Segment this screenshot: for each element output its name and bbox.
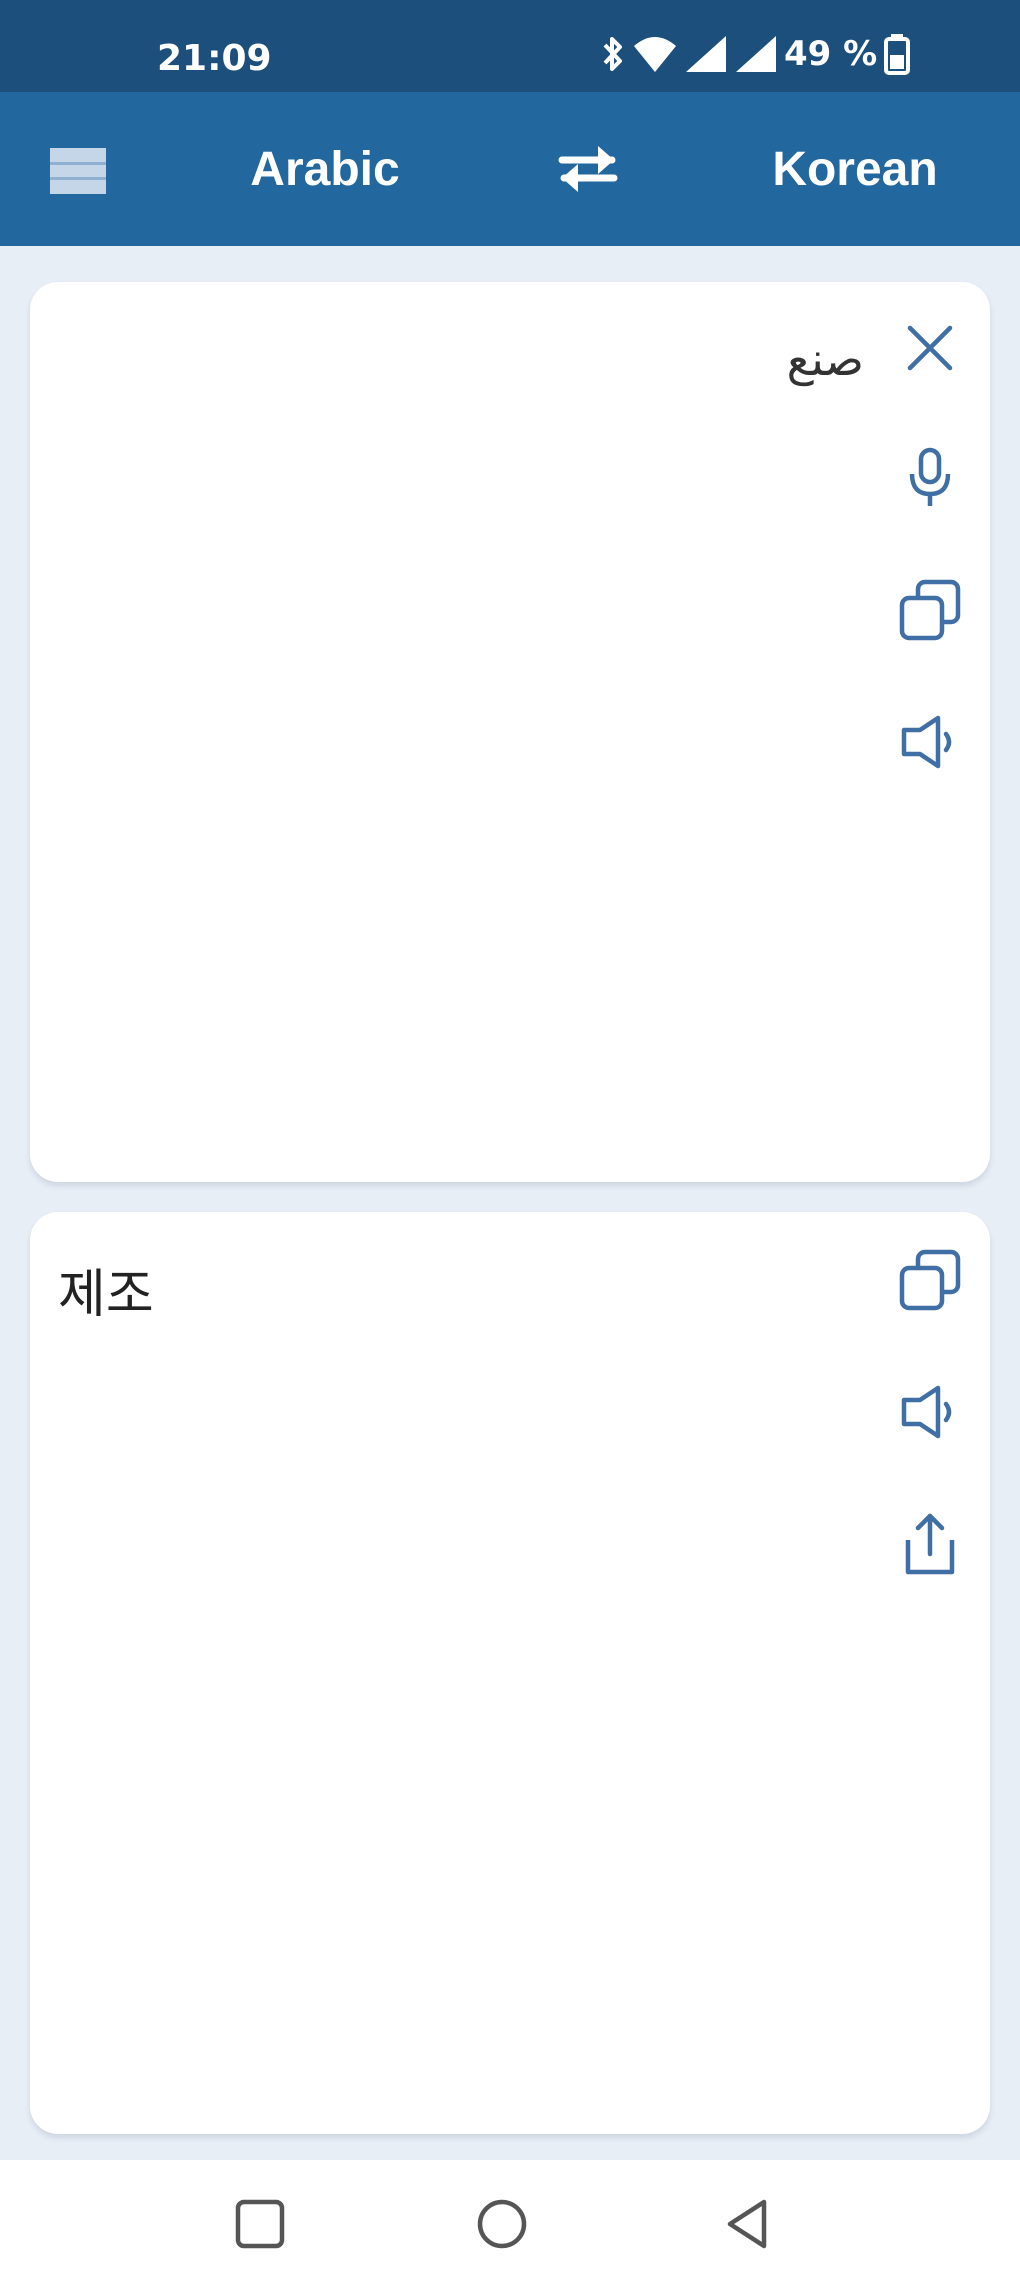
status-time: 21:09 (157, 38, 272, 79)
home-button[interactable] (462, 2184, 542, 2264)
status-bar: 21:09 49 % (0, 0, 1020, 92)
target-language-button[interactable]: Korean (730, 142, 980, 197)
app-bar: Arabic Korean (0, 92, 1020, 246)
battery-icon (883, 33, 911, 75)
battery-percent: 49 % (784, 34, 878, 74)
share-icon[interactable] (892, 1506, 968, 1582)
menu-icon[interactable] (48, 146, 110, 196)
signal-icon (734, 34, 778, 74)
output-card: 제조 (30, 1212, 990, 2134)
copy-icon[interactable] (892, 572, 968, 648)
speaker-icon[interactable] (892, 1374, 968, 1450)
status-icons: 49 % (600, 30, 911, 78)
recent-apps-button[interactable] (220, 2184, 300, 2264)
navigation-bar (0, 2160, 1020, 2287)
back-button[interactable] (708, 2184, 788, 2264)
wifi-icon (632, 34, 678, 74)
input-text[interactable]: صنع (787, 332, 864, 386)
microphone-icon[interactable] (892, 440, 968, 516)
source-language-button[interactable]: Arabic (190, 142, 460, 197)
copy-icon[interactable] (892, 1242, 968, 1318)
swap-icon[interactable] (556, 140, 620, 198)
close-icon[interactable] (892, 310, 968, 386)
output-text: 제조 (58, 1265, 154, 1325)
speaker-icon[interactable] (892, 704, 968, 780)
input-card: صنع (30, 282, 990, 1182)
signal-icon (684, 34, 728, 74)
bluetooth-icon (600, 34, 626, 74)
